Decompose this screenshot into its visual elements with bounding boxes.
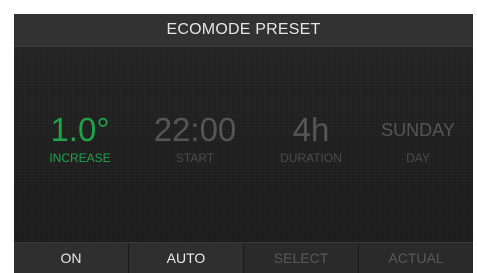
start-label: START [175, 151, 215, 165]
auto-button[interactable]: AUTO [129, 243, 244, 273]
softkey-bar: ON AUTO SELECT ACTUAL [14, 242, 473, 273]
start-value: 22:00 [153, 111, 237, 148]
duration-label: DURATION [280, 151, 342, 165]
preset-fields: 1.0° INCREASE 22:00 START 4h DURATION SU… [14, 110, 473, 190]
select-button[interactable]: SELECT [244, 243, 359, 273]
thermostat-screen: ECOMODE PRESET 1.0° INCREASE 22:00 START… [14, 14, 473, 273]
duration-value: 4h [292, 111, 330, 148]
day-field[interactable]: SUNDAY DAY [370, 110, 466, 165]
day-value: SUNDAY [381, 120, 455, 140]
increase-value: 1.0° [50, 111, 110, 148]
screen-title: ECOMODE PRESET [166, 21, 321, 38]
day-label: DAY [406, 151, 430, 165]
start-field[interactable]: 22:00 START [142, 110, 248, 165]
on-button[interactable]: ON [14, 243, 129, 273]
increase-field[interactable]: 1.0° INCREASE [30, 110, 130, 165]
increase-label: INCREASE [49, 151, 111, 165]
duration-field[interactable]: 4h DURATION [264, 110, 358, 165]
screen-title-bar: ECOMODE PRESET [14, 14, 473, 47]
actual-button[interactable]: ACTUAL [359, 243, 473, 273]
